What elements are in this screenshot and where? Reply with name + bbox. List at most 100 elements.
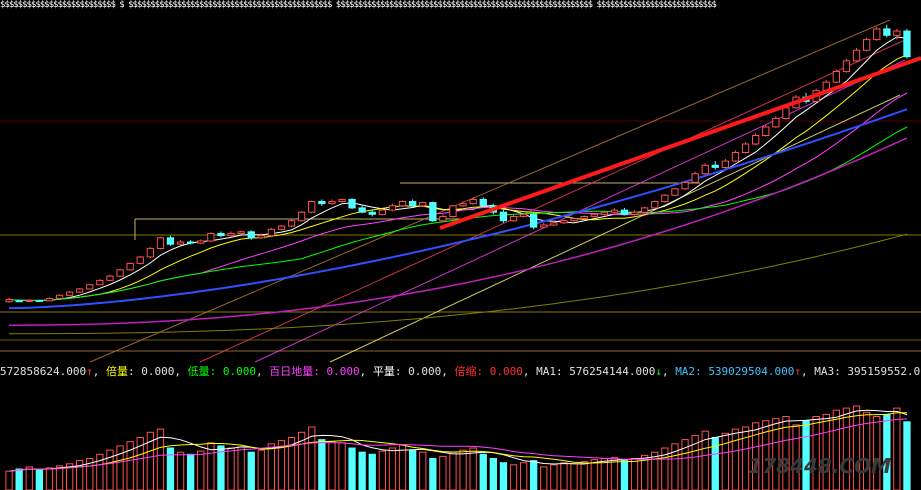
volume-indicator-bar: 572858624.000↑, 倍量: 0.000, 低量: 0.000, 百日…: [0, 363, 921, 381]
candle-body: [287, 220, 296, 227]
volume-bar: [358, 451, 366, 490]
volume-bar: [489, 458, 498, 490]
volume-bar: [25, 466, 33, 490]
volume-bar: [459, 449, 467, 490]
volume-bar: [5, 470, 13, 490]
candle-body: [530, 213, 538, 228]
volume-bar: [429, 458, 437, 490]
candle-body: [207, 233, 215, 242]
candle-body: [842, 60, 851, 73]
candle-body: [671, 188, 679, 196]
candle-body: [439, 216, 447, 222]
candle-body: [772, 117, 780, 128]
bairi-label: 百日地量: [269, 365, 314, 378]
candle-body: [358, 207, 366, 213]
volume-bar: [479, 453, 487, 490]
candle-body: [419, 202, 427, 207]
volume-bar: [439, 455, 447, 490]
volume-bar: [106, 449, 114, 490]
candle-body: [66, 291, 74, 296]
candle-body: [176, 241, 185, 245]
candle-body: [681, 181, 689, 190]
candle-body: [570, 218, 578, 222]
candlestick-series: [5, 24, 911, 303]
volume-bar: [398, 444, 407, 490]
candle-body: [499, 211, 508, 222]
candle-body: [217, 233, 225, 237]
volume-bar: [237, 446, 245, 490]
candle-body: [651, 201, 659, 209]
candle-body: [96, 279, 104, 286]
volume-bar: [530, 460, 538, 490]
fan-line: [199, 39, 906, 363]
candle-body: [388, 205, 397, 211]
volume-bar: [822, 413, 830, 490]
diliang-value: 0.000: [222, 365, 256, 378]
moving-average-lines: [8, 36, 908, 335]
watermark: 178448.COM: [748, 454, 891, 478]
ma2-value: 539029504.000: [708, 365, 795, 378]
ma1-label: MA1: [536, 365, 556, 378]
ma1-value: 576254144.000: [569, 365, 656, 378]
candle-body: [227, 233, 235, 237]
pingliang-value: 0.000: [408, 365, 442, 378]
candle-body: [156, 237, 165, 250]
candle-body: [247, 231, 255, 239]
volume-bar: [520, 462, 528, 490]
volume-bar: [469, 447, 477, 490]
volume-bar: [338, 442, 346, 490]
volume-bar: [409, 449, 417, 490]
volume-value: 572858624.000: [0, 365, 87, 378]
volume-bar: [731, 428, 740, 490]
volume-bar: [893, 407, 901, 490]
volume-bar: [378, 450, 387, 490]
volume-bar: [197, 450, 205, 490]
candle-body: [469, 198, 477, 205]
volume-bar: [499, 462, 508, 490]
candle-body: [338, 198, 346, 202]
candle-body: [731, 152, 740, 162]
volume-bar: [368, 453, 376, 490]
candle-body: [661, 194, 669, 203]
volume-arrow: ↑: [86, 365, 93, 378]
bairi-value: 0.000: [326, 365, 360, 378]
candle-body: [146, 247, 154, 258]
trend-line: [439, 56, 921, 230]
volume-bar: [257, 449, 265, 490]
volume-bar: [419, 451, 427, 490]
volume-bar: [35, 469, 44, 490]
candle-body: [721, 160, 730, 169]
volume-bar: [388, 447, 397, 490]
beisuo-label: 倍缩: [454, 365, 477, 378]
beiliang-value: 0.000: [141, 365, 175, 378]
horizontal-reference-lines: [0, 120, 921, 352]
candle-body: [540, 224, 548, 228]
stock-chart[interactable]: [0, 0, 921, 490]
candle-body: [136, 256, 144, 264]
candle-body: [701, 164, 709, 175]
candle-body: [197, 240, 205, 244]
volume-bar: [55, 465, 64, 490]
candle-body: [741, 143, 750, 153]
candle-body: [116, 269, 124, 277]
fan-line: [329, 94, 901, 363]
volume-bar: [328, 441, 336, 490]
volume-bar: [590, 459, 598, 490]
candle-body: [378, 209, 387, 215]
volume-bar: [721, 432, 730, 490]
candle-body: [560, 220, 568, 224]
candle-body: [267, 228, 276, 237]
candle-body: [832, 71, 841, 83]
candle-body: [641, 207, 649, 213]
candle-body: [368, 211, 376, 215]
volume-bar: [116, 445, 124, 490]
ma3-label: MA3: [814, 365, 835, 378]
volume-bar: [247, 451, 255, 490]
uptrend-line: [439, 56, 921, 230]
volume-bar: [509, 464, 518, 490]
candle-body: [893, 30, 901, 36]
candle-body: [55, 294, 64, 299]
volume-bar: [651, 451, 659, 490]
volume-bar: [15, 468, 23, 490]
candle-body: [166, 237, 175, 245]
